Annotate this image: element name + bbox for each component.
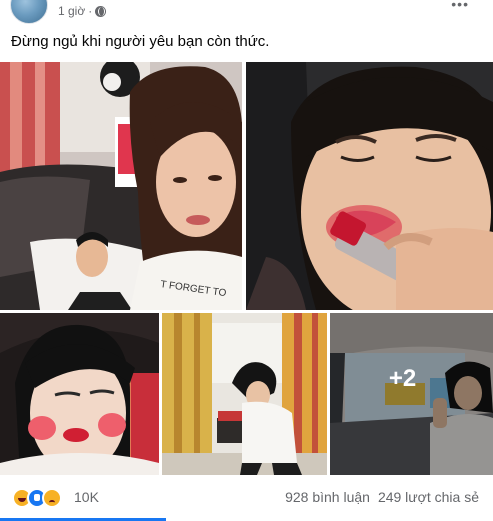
post-meta: 1 giờ · — [58, 4, 107, 18]
post-time[interactable]: 1 giờ — [58, 4, 85, 18]
comment-count[interactable]: 928 bình luận — [285, 489, 370, 505]
post-header: 1 giờ · ••• — [0, 0, 493, 26]
post-footer: 10K 928 bình luận 249 lượt chia sẻ — [0, 484, 493, 521]
meta-separator: · — [88, 4, 93, 18]
more-photos-overlay[interactable]: +2 — [330, 313, 493, 475]
post-photo-2[interactable] — [246, 62, 493, 310]
globe-icon — [95, 5, 107, 17]
reaction-icons[interactable] — [12, 488, 62, 508]
author-avatar[interactable] — [10, 0, 48, 24]
engagement-stats: 928 bình luận 249 lượt chia sẻ — [285, 489, 479, 505]
reaction-count[interactable]: 10K — [74, 489, 99, 505]
more-options-icon[interactable]: ••• — [451, 0, 469, 12]
sad-reaction-icon — [42, 488, 62, 508]
post-photo-1[interactable]: T FORGET TO — [0, 62, 242, 310]
post-photo-4[interactable] — [162, 313, 327, 475]
more-photos-count: +2 — [388, 365, 417, 392]
share-count[interactable]: 249 lượt chia sẻ — [378, 489, 479, 505]
post-caption: Đừng ngủ khi người yêu bạn còn thức. — [11, 33, 270, 50]
post-photo-5[interactable]: +2 — [330, 313, 493, 475]
post-photo-3[interactable] — [0, 313, 159, 475]
